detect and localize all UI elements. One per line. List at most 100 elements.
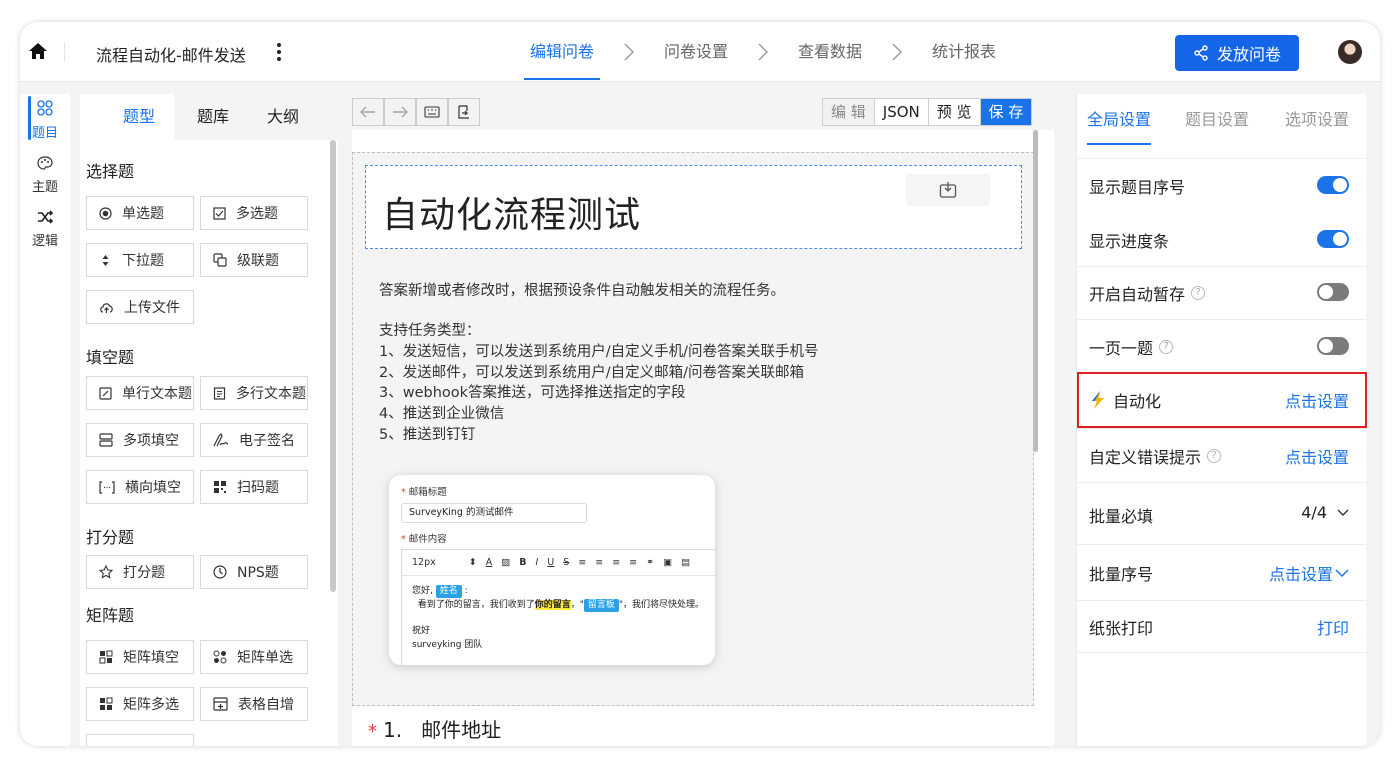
widget-upload-file[interactable]: 上传文件 xyxy=(86,290,194,324)
survey-header-block[interactable]: 自动化流程测试 答案新增或者修改时，根据预设条件自动触发相关的流程任务。 支持任… xyxy=(352,152,1034,706)
auto-save-toggle[interactable] xyxy=(1317,283,1349,301)
align-left-icon: ≡ xyxy=(578,557,587,568)
nav-item-logic[interactable]: 逻辑 xyxy=(20,210,70,249)
widget-matrix-fill[interactable]: 矩阵填空 xyxy=(86,640,194,674)
palette-icon xyxy=(37,156,53,170)
widget-multi-line-text[interactable]: 多行文本题 xyxy=(200,376,308,410)
bg-color-icon: ▨ xyxy=(501,557,511,568)
tab-option-settings[interactable]: 选项设置 xyxy=(1285,94,1349,146)
widget-scan-code[interactable]: 扫码题 xyxy=(200,470,308,504)
survey-title: 流程自动化-邮件发送 xyxy=(96,46,246,65)
avatar[interactable] xyxy=(1338,40,1362,64)
chevron-right-icon xyxy=(882,22,912,82)
matrix-check-icon xyxy=(100,697,113,710)
widget-more[interactable] xyxy=(86,734,194,746)
italic-icon: I xyxy=(535,557,539,568)
mode-edit-button[interactable]: 编 辑 xyxy=(823,99,874,125)
canvas-toolbar: 编 辑 JSON 预 览 保 存 xyxy=(352,98,1040,126)
tab-question-bank[interactable]: 题库 xyxy=(178,94,248,140)
bold-icon: B xyxy=(519,557,527,568)
step-view-data[interactable]: 查看数据 xyxy=(796,22,864,82)
help-icon[interactable]: ? xyxy=(1191,286,1206,300)
tab-global-settings[interactable]: 全局设置 xyxy=(1087,94,1151,146)
widget-single-choice[interactable]: 单选题 xyxy=(86,196,194,230)
widget-dropdown[interactable]: 下拉题 xyxy=(86,243,194,277)
undo-button[interactable] xyxy=(352,98,384,126)
table-icon: ▤ xyxy=(681,557,691,568)
chevron-down-icon xyxy=(1335,568,1349,577)
home-icon[interactable] xyxy=(28,42,48,60)
share-icon xyxy=(1194,45,1208,61)
one-per-page-toggle[interactable] xyxy=(1317,337,1349,355)
survey-canvas[interactable]: 自动化流程测试 答案新增或者修改时，根据预设条件自动触发相关的流程任务。 支持任… xyxy=(352,130,1054,746)
nav-label: 主题 xyxy=(31,180,58,195)
save-button[interactable]: 保 存 xyxy=(979,99,1032,125)
section-title-matrix: 矩阵题 xyxy=(86,606,135,625)
widget-multi-choice[interactable]: 多选题 xyxy=(200,196,308,230)
help-icon[interactable]: ? xyxy=(1159,340,1174,354)
nav-item-questions[interactable]: 题目 xyxy=(20,100,70,141)
tab-question-types[interactable]: 题型 xyxy=(104,94,174,140)
mode-preview-button[interactable]: 预 览 xyxy=(927,99,980,125)
import-button[interactable] xyxy=(448,98,480,126)
setting-custom-error: 自定义错误提示? 点击设置 xyxy=(1077,428,1367,480)
widget-multi-fill[interactable]: 多项填空 xyxy=(86,423,194,457)
survey-heading[interactable]: 自动化流程测试 xyxy=(382,186,641,238)
tab-outline[interactable]: 大纲 xyxy=(248,94,318,140)
nav-item-theme[interactable]: 主题 xyxy=(20,156,70,195)
custom-error-settings-link[interactable]: 点击设置 xyxy=(1285,444,1349,468)
tab-question-settings[interactable]: 题目设置 xyxy=(1185,94,1249,146)
step-edit-survey[interactable]: 编辑问卷 xyxy=(523,22,601,82)
email-body: 您好, 姓名 : 看到了你的留言，我们收到了你的留言，" 留言板 "，我们将尽快处理… xyxy=(412,585,705,650)
setting-batch-required: 批量必填 4/4 xyxy=(1077,482,1367,544)
question-1-title[interactable]: * 1. 邮件地址 xyxy=(368,714,501,743)
widget-table-auto-add[interactable]: 表格自增 xyxy=(200,687,308,721)
left-nav: 题目 主题 逻辑 xyxy=(20,94,70,746)
keyboard-button[interactable] xyxy=(416,98,448,126)
radio-icon xyxy=(99,206,112,220)
print-link[interactable]: 打印 xyxy=(1317,615,1349,639)
widget-tabs: 题型 题库 大纲 xyxy=(104,94,338,140)
chevron-right-icon xyxy=(748,22,778,82)
signature-icon xyxy=(213,433,229,447)
widget-single-line-text[interactable]: 单行文本题 xyxy=(86,376,194,410)
checkbox-icon xyxy=(213,206,226,220)
description-line: 3、webhook答案推送，可选择推送指定的字段 xyxy=(379,385,686,401)
description-line: 5、推送到钉钉 xyxy=(379,427,476,443)
widget-scrollbar[interactable] xyxy=(330,140,336,592)
step-reports[interactable]: 统计报表 xyxy=(930,22,998,82)
email-content-label: * 邮件内容 xyxy=(401,534,447,545)
widget-horizontal-fill[interactable]: 横向填空 xyxy=(86,470,194,504)
widget-matrix-single[interactable]: 矩阵单选 xyxy=(200,640,308,674)
table-add-icon xyxy=(213,697,228,711)
more-vertical-icon[interactable] xyxy=(274,42,284,62)
canvas-scrollbar[interactable] xyxy=(1033,130,1038,452)
batch-number-settings-link[interactable]: 点击设置 xyxy=(1269,561,1349,585)
divider xyxy=(1077,652,1367,653)
widget-rating[interactable]: 打分题 xyxy=(86,555,194,589)
title-editor[interactable]: 自动化流程测试 xyxy=(365,165,1022,249)
widget-cascade[interactable]: 级联题 xyxy=(200,243,308,277)
header-divider xyxy=(64,42,65,62)
name-variable-tag: 姓名 xyxy=(435,585,462,598)
description-line: 2、发送邮件，可以发送到系统用户/自定义邮箱/问卷答案关联邮箱 xyxy=(379,365,804,381)
widget-nps[interactable]: NPS题 xyxy=(200,555,308,589)
widget-matrix-multi[interactable]: 矩阵多选 xyxy=(86,687,194,721)
batch-required-select[interactable]: 4/4 xyxy=(1301,503,1349,522)
chevron-right-icon xyxy=(614,22,644,82)
show-progress-toggle[interactable] xyxy=(1317,230,1349,248)
gauge-icon xyxy=(213,565,227,579)
widget-e-signature[interactable]: 电子签名 xyxy=(200,423,308,457)
show-number-toggle[interactable] xyxy=(1317,176,1349,194)
publish-survey-button[interactable]: 发放问卷 xyxy=(1175,35,1299,71)
redo-button[interactable] xyxy=(384,98,416,126)
download-icon[interactable] xyxy=(906,174,990,206)
keyboard-icon xyxy=(424,106,440,118)
publish-label: 发放问卷 xyxy=(1216,45,1281,64)
question-grid-icon xyxy=(37,100,53,116)
step-survey-settings[interactable]: 问卷设置 xyxy=(662,22,730,82)
mode-json-button[interactable]: JSON xyxy=(873,99,928,125)
help-icon[interactable]: ? xyxy=(1207,449,1222,463)
email-subject-label: * 邮箱标题 xyxy=(401,487,447,498)
form-rows-icon xyxy=(99,433,113,447)
